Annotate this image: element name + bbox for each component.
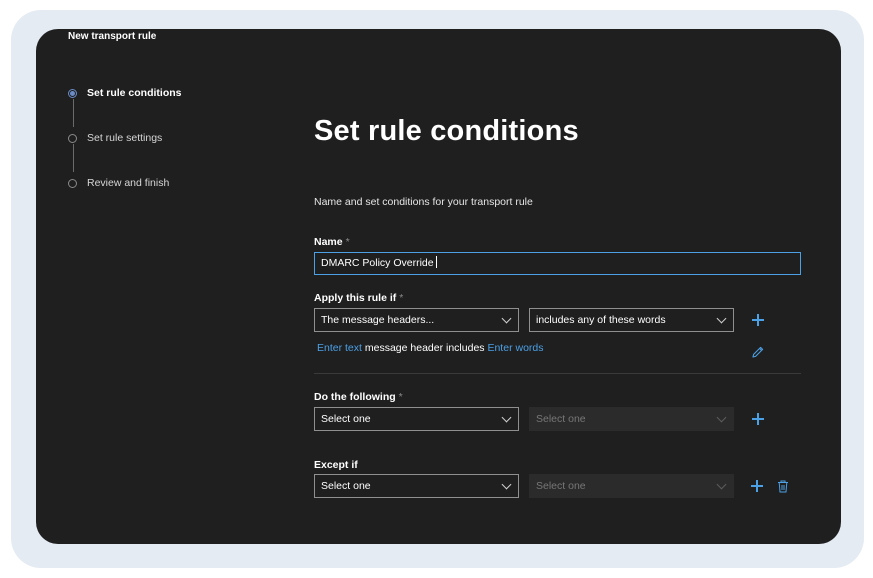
transport-rule-window: New transport rule Set rule conditions S… [36,29,841,544]
trash-icon[interactable] [777,480,789,493]
pencil-icon[interactable] [751,345,765,359]
exception-select[interactable]: Select one [314,474,519,498]
apply-rule-if-label: Apply this rule if * [314,292,403,304]
text-caret [435,256,437,268]
chevron-down-icon [501,412,512,423]
apply-rule-if-label-text: Apply this rule if [314,292,397,304]
chevron-down-icon [716,313,727,324]
step-label: Set rule settings [87,132,163,144]
name-label: Name * [314,236,350,248]
step-pending-icon [68,133,77,143]
select-value: Select one [536,413,586,425]
page-title: Set rule conditions [314,115,579,147]
step-pending-icon [68,178,77,188]
step-set-rule-settings[interactable]: Set rule settings [68,132,162,144]
step-set-rule-conditions[interactable]: Set rule conditions [68,87,182,99]
step-label: Set rule conditions [87,87,182,99]
condition-summary-text: message header includes [364,342,485,354]
chevron-down-icon [716,479,727,490]
step-label: Review and finish [87,177,170,189]
chevron-down-icon [501,479,512,490]
apply-operator-select[interactable]: includes any of these words [529,308,734,332]
chevron-down-icon [501,313,512,324]
do-following-label: Do the following * [314,391,403,403]
stepper-connector [73,99,74,127]
select-value: Select one [321,413,371,425]
name-input-value: DMARC Policy Override [321,257,434,269]
apply-condition-select[interactable]: The message headers... [314,308,519,332]
required-mark: * [345,236,350,248]
plus-icon[interactable] [752,314,764,326]
required-mark: * [398,391,403,403]
select-value: includes any of these words [536,314,666,326]
action-select[interactable]: Select one [314,407,519,431]
exception-secondary-select: Select one [529,474,734,498]
select-value: Select one [536,480,586,492]
required-mark: * [399,292,404,304]
action-secondary-select: Select one [529,407,734,431]
name-input[interactable]: DMARC Policy Override [314,252,801,275]
plus-icon[interactable] [752,413,764,425]
window-title: New transport rule [68,31,157,42]
select-value: The message headers... [321,314,435,326]
step-active-icon [68,88,77,98]
select-value: Select one [321,480,371,492]
stepper-connector [73,144,74,172]
name-label-text: Name [314,236,343,248]
page-description: Name and set conditions for your transpo… [314,196,533,208]
except-if-label: Except if [314,459,358,471]
chevron-down-icon [716,412,727,423]
enter-text-link[interactable]: Enter text [317,342,362,354]
plus-icon[interactable] [751,480,763,492]
enter-words-link[interactable]: Enter words [487,342,543,354]
step-review-and-finish[interactable]: Review and finish [68,177,169,189]
section-divider [314,373,801,374]
do-following-label-text: Do the following [314,391,396,403]
condition-summary: Enter text message header includes Enter… [317,342,544,354]
